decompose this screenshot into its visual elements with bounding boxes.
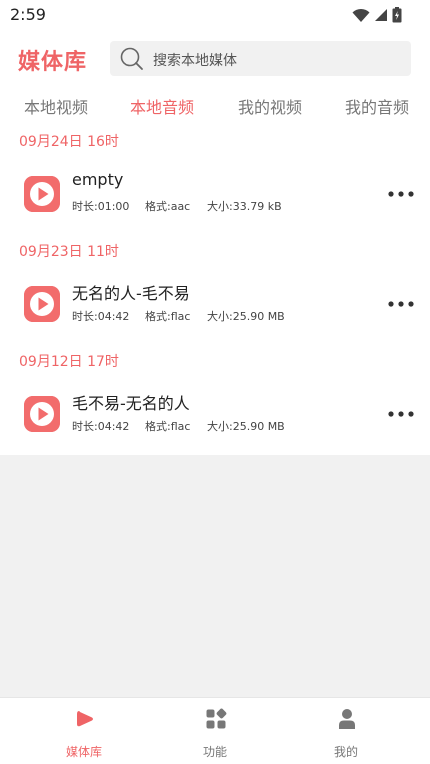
wifi-icon [352, 8, 370, 22]
tab-local-audio[interactable]: 本地音频 [130, 94, 194, 118]
date-header: 09月24日 16时 [19, 134, 119, 150]
tab-my-video[interactable]: 我的视频 [238, 94, 302, 118]
item-size: 大小:33.79 kB [207, 200, 282, 213]
list-item[interactable]: 无名的人-毛不易 时长:04:42 格式:flac 大小:25.90 MB [0, 276, 430, 336]
nav-label: 媒体库 [65, 745, 102, 759]
more-options-icon[interactable] [386, 402, 416, 426]
tab-bar: 本地视频 本地音频 我的视频 我的音频 [0, 94, 430, 120]
signal-icon [375, 9, 387, 21]
screen: 2:59 媒体库 搜索本地媒体 本地视频 本地音频 我的视频 我的音频 09月2… [0, 0, 430, 764]
play-icon [24, 396, 60, 432]
status-bar: 2:59 [0, 0, 430, 30]
play-icon [24, 286, 60, 322]
nav-item-functions[interactable]: 功能 [170, 698, 260, 764]
battery-icon [392, 7, 402, 23]
search-icon [120, 47, 143, 70]
nav-item-media-library[interactable]: 媒体库 [39, 698, 129, 764]
nav-item-profile[interactable]: 我的 [301, 698, 391, 764]
search-input[interactable]: 搜索本地媒体 [110, 41, 411, 76]
item-meta: 时长:04:42 格式:flac 大小:25.90 MB [72, 308, 285, 324]
more-options-icon[interactable] [386, 182, 416, 206]
nav-label: 功能 [202, 745, 227, 759]
tab-my-audio[interactable]: 我的音频 [345, 94, 409, 118]
item-size: 大小:25.90 MB [207, 420, 285, 433]
play-icon [24, 176, 60, 212]
item-meta: 时长:01:00 格式:aac 大小:33.79 kB [72, 198, 282, 214]
item-duration: 时长:01:00 [72, 200, 130, 213]
tab-local-video[interactable]: 本地视频 [24, 94, 88, 118]
item-title: 毛不易-无名的人 [72, 394, 190, 413]
item-duration: 时长:04:42 [72, 420, 130, 433]
content-area: 2:59 媒体库 搜索本地媒体 本地视频 本地音频 我的视频 我的音频 09月2… [0, 0, 430, 455]
search-placeholder: 搜索本地媒体 [153, 53, 237, 69]
item-size: 大小:25.90 MB [207, 310, 285, 323]
item-meta: 时长:04:42 格式:flac 大小:25.90 MB [72, 418, 285, 434]
nav-label: 我的 [333, 745, 358, 759]
item-format: 格式:flac [145, 420, 191, 433]
more-options-icon[interactable] [386, 292, 416, 316]
list-item[interactable]: 毛不易-无名的人 时长:04:42 格式:flac 大小:25.90 MB [0, 386, 430, 446]
date-header: 09月12日 17时 [19, 354, 119, 370]
item-duration: 时长:04:42 [72, 310, 130, 323]
status-time: 2:59 [10, 5, 46, 24]
bottom-nav: 媒体库 功能 我的 [0, 697, 430, 764]
status-icons [352, 7, 402, 23]
item-format: 格式:flac [145, 310, 191, 323]
functions-grid-icon [206, 708, 227, 729]
item-format: 格式:aac [145, 200, 191, 213]
item-title: 无名的人-毛不易 [72, 284, 190, 303]
item-title: empty [72, 170, 124, 189]
date-header: 09月23日 11时 [19, 244, 119, 260]
page-title: 媒体库 [18, 50, 88, 75]
list-item[interactable]: empty 时长:01:00 格式:aac 大小:33.79 kB [0, 166, 430, 226]
profile-icon [339, 709, 355, 729]
media-library-icon [77, 711, 93, 727]
